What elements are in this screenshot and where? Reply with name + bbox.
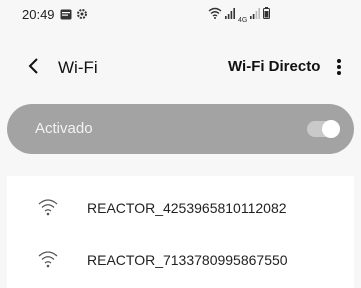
- page-title: Wi-Fi: [58, 58, 98, 77]
- app-bar: Wi-Fi Wi-Fi Directo: [0, 50, 361, 86]
- battery-icon: [263, 6, 271, 24]
- chevron-left-icon: [28, 58, 38, 74]
- network-name: REACTOR_4253965810112082: [87, 200, 287, 216]
- status-icons-right: 4G: [208, 6, 271, 24]
- wifi-direct-button[interactable]: Wi-Fi Directo: [228, 58, 320, 75]
- wifi-icon: [37, 250, 59, 268]
- wifi-master-switch-row[interactable]: Activado: [7, 104, 354, 154]
- cell-signal-icon: [250, 6, 261, 24]
- master-switch-label: Activado: [35, 120, 93, 137]
- wifi-icon: [37, 198, 59, 216]
- cell-signal-icon: [225, 6, 235, 24]
- switch-knob: [322, 120, 340, 138]
- network-name: REACTOR_7133780995867550: [87, 252, 288, 268]
- more-vert-icon: [337, 59, 341, 75]
- status-bar: 20:49 4G: [0, 0, 361, 28]
- back-button[interactable]: [24, 54, 44, 78]
- message-icon: [60, 7, 72, 25]
- more-options-button[interactable]: [334, 56, 344, 78]
- status-time: 20:49: [22, 7, 55, 22]
- network-list: REACTOR_4253965810112082 REACTOR_7133780…: [7, 176, 354, 288]
- network-list-item[interactable]: REACTOR_4253965810112082: [7, 182, 354, 234]
- wifi-signal-icon: [208, 6, 222, 24]
- network-list-item[interactable]: REACTOR_7133780995867550: [7, 234, 354, 286]
- network-type-label: 4G: [238, 17, 248, 24]
- wifi-toggle-switch[interactable]: [307, 120, 340, 138]
- gear-icon: [76, 7, 88, 25]
- lte-icon: 4G: [238, 17, 247, 24]
